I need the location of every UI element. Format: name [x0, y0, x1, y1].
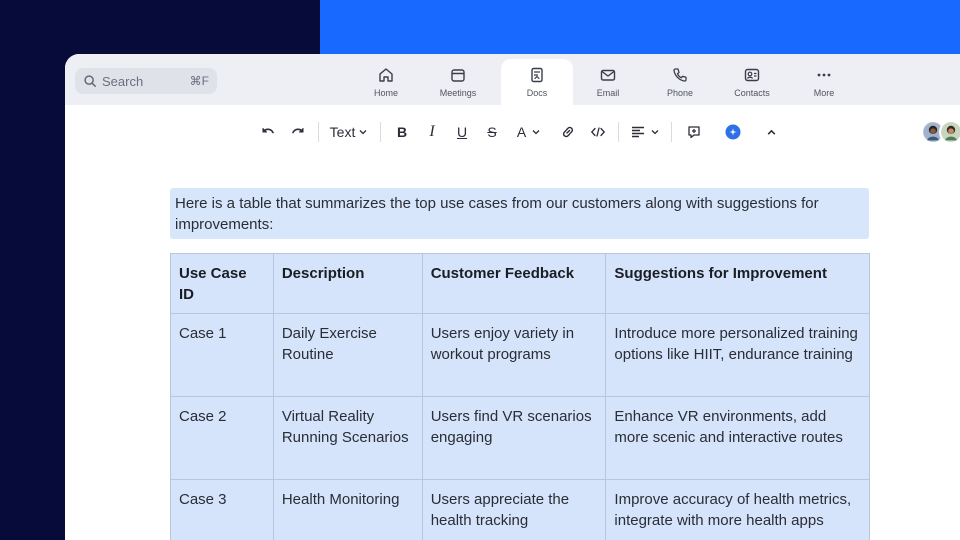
- header-customer-feedback: Customer Feedback: [421, 253, 607, 314]
- top-nav-bar: Search ⌘F Home Meetings Docs Email Phone…: [65, 54, 960, 105]
- search-shortcut: ⌘F: [189, 74, 209, 88]
- link-icon: [562, 126, 574, 138]
- search-box[interactable]: Search ⌘F: [75, 68, 217, 94]
- toolbar-divider: [618, 122, 619, 142]
- chevron-down-icon: [532, 130, 540, 135]
- table-cell[interactable]: Users find VR scenarios engaging: [421, 396, 607, 480]
- table-cell[interactable]: Improve accuracy of health metrics, inte…: [605, 479, 870, 540]
- italic-label: I: [429, 123, 435, 140]
- font-color-label: A: [516, 124, 527, 140]
- underline-button[interactable]: U: [453, 120, 471, 144]
- ai-assistant-icon: [725, 124, 741, 140]
- avatar: [939, 120, 960, 144]
- table-cell[interactable]: Case 2: [170, 396, 274, 480]
- tab-more[interactable]: More: [788, 59, 860, 105]
- table-row: Case 3 Health Monitoring Users appreciat…: [170, 479, 870, 540]
- chevron-down-icon: [359, 130, 367, 135]
- table-cell[interactable]: Daily Exercise Routine: [272, 313, 423, 397]
- ai-assistant-button[interactable]: [723, 120, 743, 144]
- tab-meetings[interactable]: Meetings: [422, 59, 494, 105]
- home-icon: [379, 68, 393, 82]
- tab-docs[interactable]: Docs: [501, 59, 573, 105]
- tab-home-label: Home: [373, 88, 398, 98]
- font-color-dropdown[interactable]: A: [511, 120, 547, 144]
- table-cell[interactable]: Virtual Reality Running Scenarios: [272, 396, 423, 480]
- comment-icon: [688, 126, 700, 139]
- tab-docs-label: Docs: [526, 88, 548, 98]
- more-icon: [817, 73, 831, 77]
- code-button[interactable]: [588, 120, 608, 144]
- bold-label: B: [396, 124, 408, 140]
- table-row: Case 1 Daily Exercise Routine Users enjo…: [170, 313, 870, 397]
- meetings-icon: [451, 69, 465, 82]
- italic-button[interactable]: I: [423, 120, 441, 144]
- table-header-row: Use Case ID Description Customer Feedbac…: [170, 253, 870, 314]
- link-button[interactable]: [558, 120, 578, 144]
- redo-icon: [292, 128, 304, 134]
- email-icon: [600, 69, 616, 81]
- strikethrough-button[interactable]: S: [483, 120, 501, 144]
- header-suggestions: Suggestions for Improvement: [605, 253, 870, 314]
- chevron-down-icon: [651, 130, 659, 135]
- table-cell[interactable]: Enhance VR environments, add more scenic…: [605, 396, 870, 480]
- search-placeholder: Search: [102, 73, 144, 89]
- header-description: Description: [272, 253, 423, 314]
- collapse-toolbar-button[interactable]: [762, 120, 780, 144]
- chevron-up-icon: [767, 129, 775, 135]
- docs-icon: [531, 67, 543, 83]
- table-cell[interactable]: Case 1: [170, 313, 274, 397]
- tab-more-label: More: [813, 88, 835, 98]
- header-use-case-id: Use Case ID: [170, 253, 274, 314]
- table-cell[interactable]: Users appreciate the health tracking: [421, 479, 607, 540]
- contacts-icon: [744, 68, 760, 82]
- phone-icon: [673, 68, 687, 82]
- collaborator-avatars[interactable]: [921, 120, 960, 146]
- text-style-dropdown[interactable]: Text: [327, 120, 371, 144]
- table-row: Case 2 Virtual Reality Running Scenarios…: [170, 396, 870, 480]
- intro-paragraph[interactable]: Here is a table that summarizes the top …: [170, 188, 869, 239]
- undo-button[interactable]: [258, 120, 278, 144]
- tab-meetings-label: Meetings: [439, 88, 477, 98]
- table-cell[interactable]: Health Monitoring: [272, 479, 423, 540]
- search-icon: [84, 75, 96, 87]
- editor-toolbar: Text B I U S A: [65, 118, 960, 146]
- toolbar-divider: [318, 122, 319, 142]
- undo-icon: [262, 128, 274, 134]
- tab-home[interactable]: Home: [350, 59, 422, 105]
- align-dropdown[interactable]: [628, 120, 662, 144]
- align-left-icon: [632, 126, 644, 138]
- table-cell[interactable]: Users enjoy variety in workout programs: [421, 313, 607, 397]
- table-cell[interactable]: Introduce more personalized training opt…: [605, 313, 870, 397]
- use-case-table[interactable]: Use Case ID Description Customer Feedbac…: [170, 253, 870, 540]
- text-style-label: Text: [329, 124, 356, 140]
- code-icon: [590, 127, 606, 137]
- app-window: Search ⌘F Home Meetings Docs Email Phone…: [65, 54, 960, 540]
- tab-email[interactable]: Email: [572, 59, 644, 105]
- table-cell[interactable]: Case 3: [170, 479, 274, 540]
- toolbar-divider: [380, 122, 381, 142]
- tab-email-label: Email: [596, 88, 620, 98]
- strikethrough-label: S: [487, 124, 497, 140]
- tab-contacts[interactable]: Contacts: [716, 59, 788, 105]
- redo-button[interactable]: [288, 120, 308, 144]
- comment-button[interactable]: [684, 120, 704, 144]
- toolbar-divider: [671, 122, 672, 142]
- bold-button[interactable]: B: [393, 120, 411, 144]
- tab-phone[interactable]: Phone: [644, 59, 716, 105]
- underline-label: U: [456, 124, 468, 140]
- tab-contacts-label: Contacts: [734, 88, 770, 98]
- tab-phone-label: Phone: [666, 88, 694, 98]
